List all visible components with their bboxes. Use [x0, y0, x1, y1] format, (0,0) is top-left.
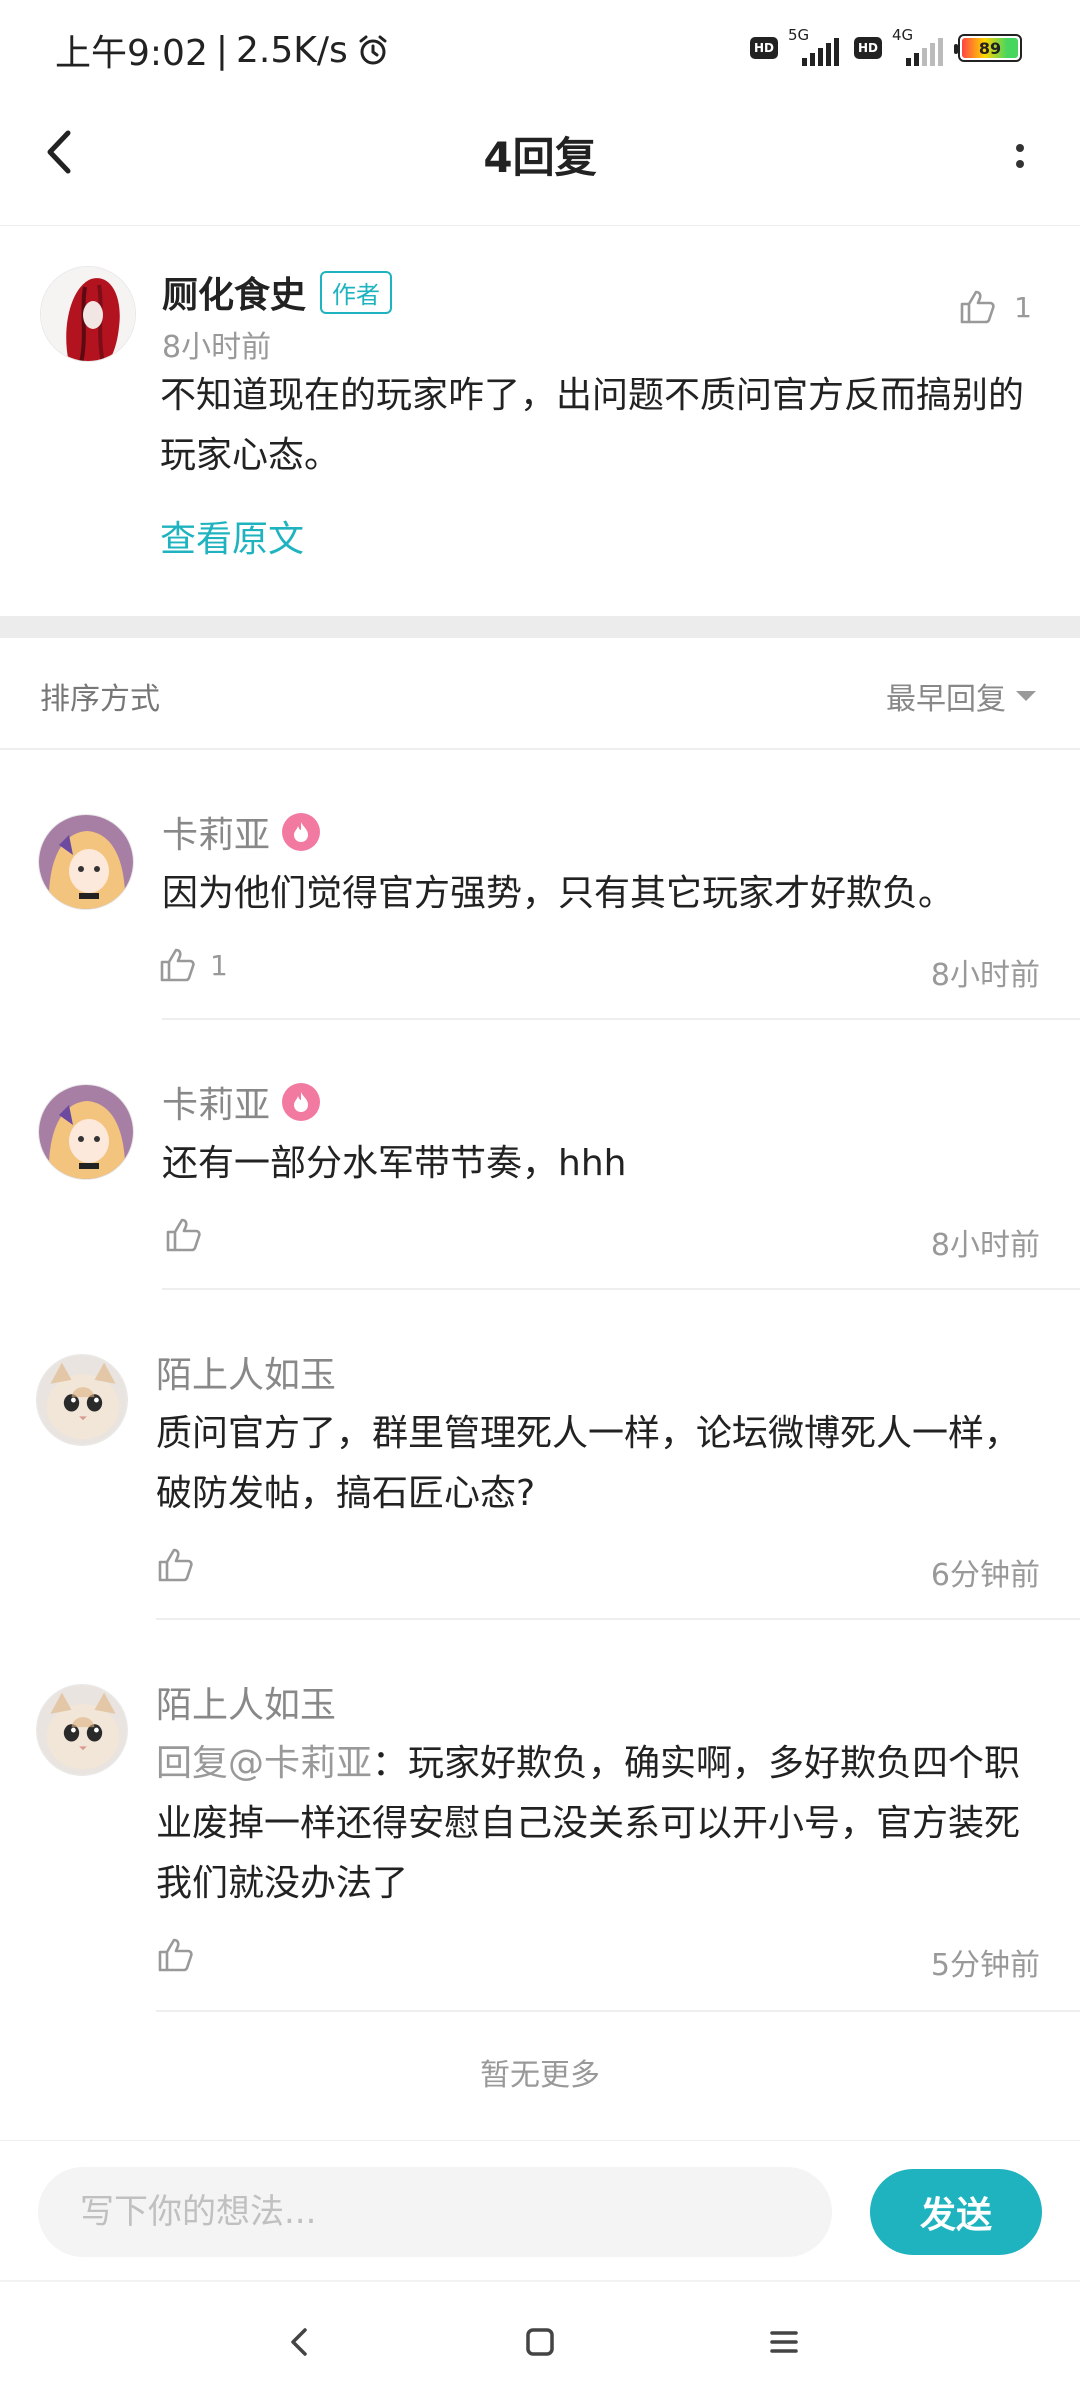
- signal-icon-sim2: 4G: [892, 26, 948, 66]
- reply-time: 8小时前: [930, 958, 1040, 993]
- thumbs-up-icon: [160, 948, 195, 982]
- reply-like-count: 1: [210, 948, 228, 982]
- post-like-button[interactable]: 1: [958, 288, 1032, 326]
- reply-avatar-image: [37, 1355, 127, 1445]
- reply-like-button[interactable]: 1: [158, 946, 228, 984]
- sort-bar: 排序方式 最早回复: [0, 638, 1080, 750]
- comment-composer: 发送: [0, 2140, 1080, 2280]
- reply-item: 陌上人如玉 回复@卡莉亚：玩家好欺负，确实啊，多好欺负四个职业废掉一样还得安慰自…: [0, 1620, 1080, 2012]
- status-right: HD 5G HD 4G 89: [750, 26, 1022, 66]
- reply-avatar-image: [39, 815, 133, 909]
- reply-like-button[interactable]: [156, 1546, 208, 1584]
- signal-icon-sim1: 5G: [788, 26, 844, 66]
- post-time: 8小时前: [162, 330, 272, 365]
- reply-avatar-image: [37, 1685, 127, 1775]
- reply-text: 回复@卡莉亚：玩家好欺负，确实啊，多好欺负四个职业废掉一样还得安慰自己没关系可以…: [156, 1734, 1036, 1914]
- author-name-row: 厕化食史 作者: [162, 266, 393, 318]
- reply-text: 还有一部分水军带节奏，hhh: [162, 1143, 627, 1184]
- reply-avatar[interactable]: [38, 1084, 134, 1180]
- more-dot-icon: [1016, 160, 1024, 168]
- reply-like-button[interactable]: [164, 1216, 216, 1254]
- send-button[interactable]: 发送: [870, 2169, 1042, 2255]
- status-separator: |: [215, 29, 228, 71]
- thumbs-up-icon: [960, 290, 995, 324]
- reply-author-name[interactable]: 卡莉亚: [162, 806, 270, 858]
- reply-item: 卡莉亚 还有一部分水军带节奏，hhh 8小时前: [0, 1020, 1080, 1290]
- more-options-button[interactable]: [990, 126, 1050, 186]
- author-avatar-image: [41, 267, 135, 361]
- comment-input[interactable]: [38, 2167, 832, 2257]
- reply-text: 质问官方了，群里管理死人一样，论坛微博死人一样，破防发帖，搞石匠心态?: [156, 1413, 1021, 1514]
- network-speed: 2.5K/s: [235, 29, 348, 71]
- post-text: 不知道现在的玩家咋了，出问题不质问官方反而搞别的玩家心态。: [160, 375, 1025, 476]
- nav-home-icon: [526, 2328, 554, 2356]
- status-time: 上午9:02: [55, 33, 208, 74]
- reply-author-name[interactable]: 卡莉亚: [162, 1076, 270, 1128]
- reply-item: 卡莉亚 因为他们觉得官方强势，只有其它玩家才好欺负。 1 8小时前: [0, 750, 1080, 1020]
- nav-back-button[interactable]: [270, 2312, 330, 2372]
- system-nav-bar: [0, 2280, 1080, 2400]
- original-post: 厕化食史 作者 8小时前 1 不知道现在的玩家咋了，出问题不质问官方反而搞别的玩…: [0, 226, 1080, 616]
- reply-avatar[interactable]: [38, 814, 134, 910]
- reply-separator: [156, 2010, 1080, 2012]
- reply-time: 6分钟前: [930, 1558, 1040, 1593]
- reply-author-row: 卡莉亚: [162, 806, 321, 858]
- no-more-text: 暂无更多: [480, 2058, 600, 2093]
- thumbs-up-icon: [158, 1938, 193, 1972]
- nav-home-button[interactable]: [510, 2312, 570, 2372]
- sort-dropdown[interactable]: 最早回复: [886, 674, 1036, 718]
- reply-author-row: 陌上人如玉: [156, 1346, 336, 1398]
- reply-author-name[interactable]: 陌上人如玉: [156, 1346, 336, 1398]
- status-left: 上午9:02 | 2.5K/s: [55, 24, 390, 76]
- dropdown-arrow-icon: [1016, 691, 1036, 701]
- reply-avatar[interactable]: [36, 1354, 128, 1446]
- reply-time: 5分钟前: [930, 1948, 1040, 1983]
- reply-author-row: 卡莉亚: [162, 1076, 321, 1128]
- author-badge: 作者: [320, 270, 393, 314]
- section-divider: [0, 616, 1080, 638]
- page-title: 4回复: [483, 133, 597, 182]
- battery-level: 89: [962, 38, 1018, 58]
- status-bar: 上午9:02 | 2.5K/s HD 5G HD 4G 89: [0, 0, 1080, 100]
- author-name[interactable]: 厕化食史: [162, 266, 306, 318]
- reply-item: 陌上人如玉 质问官方了，群里管理死人一样，论坛微博死人一样，破防发帖，搞石匠心态…: [0, 1290, 1080, 1620]
- reply-author-row: 陌上人如玉: [156, 1676, 336, 1728]
- reply-avatar[interactable]: [36, 1684, 128, 1776]
- battery-icon: 89: [954, 34, 1022, 62]
- nav-menu-button[interactable]: [754, 2312, 814, 2372]
- sort-selected: 最早回复: [886, 682, 1006, 717]
- reply-author-name[interactable]: 陌上人如玉: [156, 1676, 336, 1728]
- sort-label: 排序方式: [40, 682, 160, 717]
- nav-back-icon: [291, 2328, 307, 2356]
- thumbs-up-icon: [158, 1548, 193, 1582]
- fire-badge-icon: [282, 813, 321, 851]
- post-like-count: 1: [1014, 290, 1032, 324]
- alarm-icon: [359, 35, 387, 65]
- fire-badge-icon: [282, 1083, 321, 1121]
- reply-time: 8小时前: [930, 1228, 1040, 1263]
- reply-text: 因为他们觉得官方强势，只有其它玩家才好欺负。: [162, 873, 955, 914]
- thumbs-up-icon: [166, 1218, 201, 1252]
- reply-avatar-image: [39, 1085, 133, 1179]
- reply-like-button[interactable]: [156, 1936, 208, 1974]
- hd-badge-sim2: HD: [854, 37, 882, 59]
- view-original-link[interactable]: 查看原文: [160, 510, 304, 562]
- reply-mention[interactable]: 回复@卡莉亚: [156, 1743, 372, 1784]
- title-bar: 4回复: [0, 100, 1080, 226]
- more-dot-icon: [1016, 144, 1024, 152]
- author-avatar[interactable]: [40, 266, 136, 362]
- nav-menu-icon: [770, 2331, 798, 2353]
- hd-badge-sim1: HD: [750, 37, 778, 59]
